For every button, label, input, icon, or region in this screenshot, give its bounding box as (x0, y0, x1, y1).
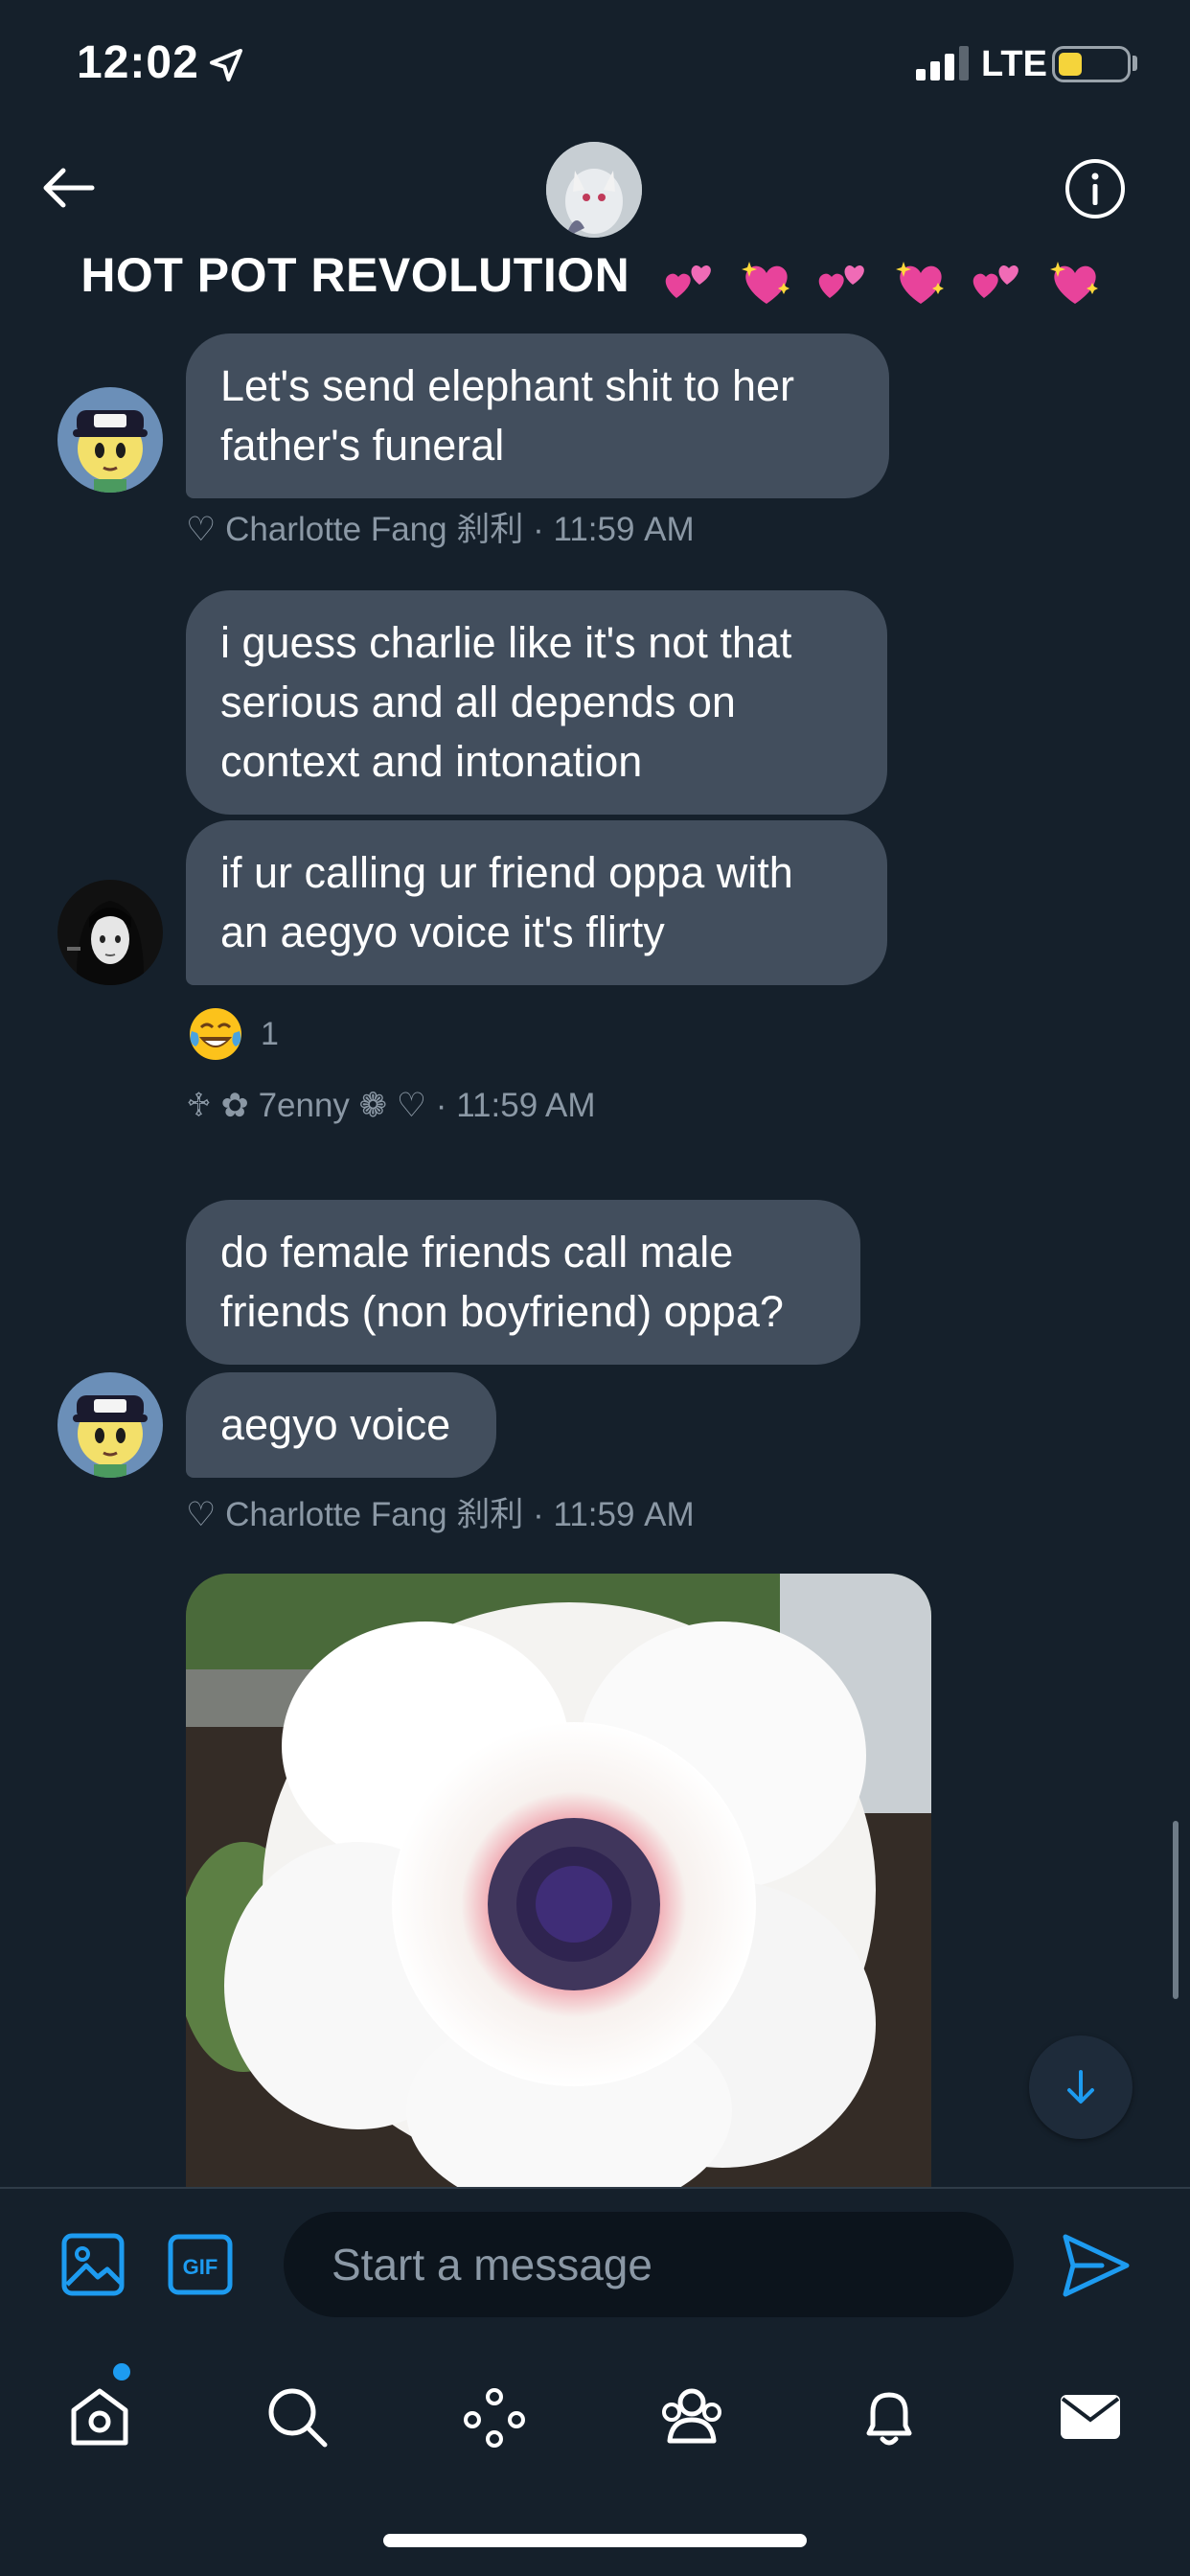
avatar-charlotte[interactable] (57, 387, 163, 493)
flower-photo (186, 1574, 931, 2187)
sparkling-heart-icon (1049, 261, 1098, 304)
message-line: do female friends call male (220, 1228, 734, 1276)
new-content-dot (113, 2363, 130, 2380)
bell-icon (866, 2392, 912, 2446)
message-meta: ♱ ✿ 7enny ❁ ♡ · 11:59 AM (186, 1087, 596, 1124)
message-meta: ♡ Charlotte Fang 刹利 · 11:59 AM (186, 511, 695, 548)
send-icon[interactable] (1060, 2229, 1133, 2302)
reaction-pill[interactable]: 1 (186, 1004, 279, 1064)
battery-icon (1052, 46, 1131, 82)
mail-icon (1061, 2395, 1120, 2439)
message-input[interactable] (284, 2212, 1014, 2317)
reaction-count: 1 (261, 1015, 279, 1052)
image-message[interactable] (186, 1574, 931, 2187)
sparkling-heart-icon (895, 261, 944, 304)
battery-cap (1133, 56, 1137, 71)
avatar-charlotte[interactable] (57, 1372, 163, 1478)
search-icon (268, 2388, 328, 2448)
tab-communities[interactable] (650, 2375, 734, 2459)
tab-spaces[interactable] (452, 2375, 537, 2459)
scroll-to-bottom-button[interactable] (1029, 2036, 1133, 2139)
message-line: context and intonation (220, 737, 643, 786)
message-line: i guess charlie like it's not that (220, 618, 792, 667)
message-line: aegyo voice (220, 1400, 451, 1449)
avatar-7enny[interactable] (57, 880, 163, 985)
message-bubble[interactable]: i guess charlie like it's not that serio… (186, 590, 887, 815)
message-line: serious and all depends on (220, 678, 736, 726)
arrow-down-icon (1067, 2070, 1094, 2104)
group-avatar[interactable] (546, 142, 642, 238)
tab-search[interactable] (255, 2375, 339, 2459)
spaces-icon (464, 2388, 525, 2448)
communities-icon (662, 2388, 721, 2444)
status-time: 12:02 (77, 37, 199, 88)
heart-emojis (661, 250, 1110, 308)
home-icon (71, 2388, 128, 2446)
message-line: if ur calling ur friend oppa with (220, 848, 793, 897)
two-hearts-icon (973, 264, 1019, 298)
back-arrow-icon[interactable] (34, 153, 103, 222)
message-line: friends (non boyfriend) oppa? (220, 1287, 784, 1336)
status-bar: 12:02 LTE (0, 0, 1190, 134)
tears-of-joy-emoji-icon (190, 1008, 241, 1060)
message-line: father's funeral (220, 421, 505, 470)
sparkling-heart-icon (742, 261, 790, 304)
conversation-title-text: HOT POT REVOLUTION (80, 248, 630, 302)
cellular-signal-icon (916, 46, 969, 80)
two-hearts-icon (665, 264, 711, 298)
message-line: an aegyo voice it's flirty (220, 908, 665, 956)
message-bubble[interactable]: aegyo voice (186, 1372, 496, 1478)
message-composer: GIF (0, 2187, 1190, 2340)
svg-text:GIF: GIF (183, 2255, 218, 2279)
message-bubble[interactable]: Let's send elephant shit to her father's… (186, 334, 889, 498)
info-icon[interactable] (1064, 157, 1127, 220)
tab-home[interactable] (57, 2375, 142, 2459)
location-arrow-icon (210, 49, 242, 81)
network-type: LTE (981, 44, 1047, 84)
home-indicator[interactable] (383, 2534, 807, 2547)
message-bubble[interactable]: if ur calling ur friend oppa with an aeg… (186, 820, 887, 985)
two-hearts-icon (819, 264, 865, 298)
message-line: Let's send elephant shit to her (220, 361, 794, 410)
message-meta: ♡ Charlotte Fang 刹利 · 11:59 AM (186, 1496, 695, 1533)
image-icon[interactable] (59, 2231, 126, 2298)
message-bubble[interactable]: do female friends call male friends (non… (186, 1200, 860, 1365)
scrollbar[interactable] (1173, 1821, 1179, 1999)
gif-icon[interactable]: GIF (167, 2231, 234, 2298)
conversation-title: HOT POT REVOLUTION (0, 247, 1190, 308)
tab-notifications[interactable] (847, 2375, 931, 2459)
tab-messages[interactable] (1048, 2375, 1133, 2459)
